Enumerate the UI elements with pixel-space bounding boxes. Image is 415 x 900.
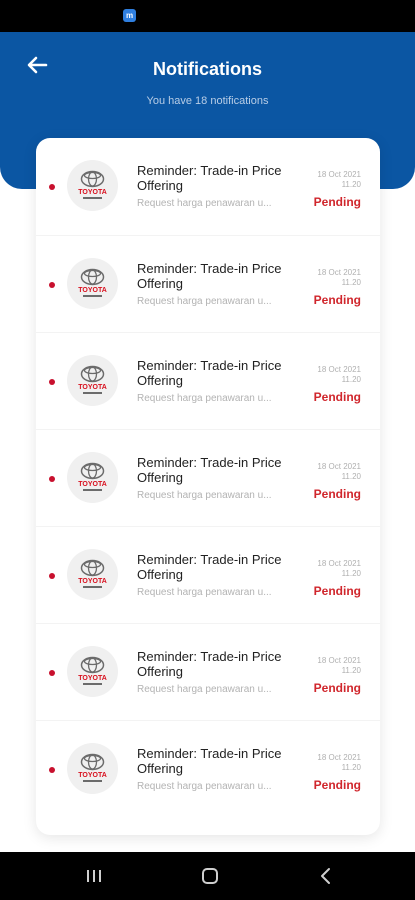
home-button[interactable]	[196, 864, 224, 888]
brand-text: TOYOTA	[78, 481, 107, 488]
status-badge: Pending	[313, 584, 361, 598]
notification-item[interactable]: TOYOTA Reminder: Trade-in Price Offering…	[36, 526, 380, 623]
toyota-logo: TOYOTA	[67, 355, 118, 406]
notification-title: Reminder: Trade-in Price Offering	[137, 261, 282, 291]
brand-text: TOYOTA	[78, 287, 107, 294]
notification-description: Request harga penawaran u...	[137, 393, 272, 404]
brand-text: TOYOTA	[78, 578, 107, 585]
unread-dot	[49, 476, 55, 482]
recent-apps-button[interactable]	[80, 864, 108, 888]
notification-item[interactable]: TOYOTA Reminder: Trade-in Price Offering…	[36, 138, 380, 235]
chevron-left-icon	[321, 868, 330, 884]
notification-date: 18 Oct 2021	[317, 753, 361, 762]
notification-time: 11.20	[341, 180, 361, 189]
toyota-logo: TOYOTA	[67, 646, 118, 697]
page-title: Notifications	[152, 59, 262, 79]
notification-date: 18 Oct 2021	[317, 268, 361, 277]
notification-item[interactable]: TOYOTA Reminder: Trade-in Price Offering…	[36, 429, 380, 526]
unread-dot	[49, 379, 55, 385]
status-badge: Pending	[313, 390, 361, 404]
status-bar: m	[0, 0, 415, 32]
status-badge: Pending	[313, 293, 361, 307]
toyota-logo: TOYOTA	[67, 452, 118, 503]
notification-time: 11.20	[341, 763, 361, 772]
notification-date: 18 Oct 2021	[317, 462, 361, 471]
nav-back-button[interactable]	[312, 864, 340, 888]
brand-text: TOYOTA	[78, 384, 107, 391]
notification-time: 11.20	[341, 472, 361, 481]
notification-title: Reminder: Trade-in Price Offering	[137, 746, 282, 776]
notification-title: Reminder: Trade-in Price Offering	[137, 163, 282, 193]
home-icon	[202, 868, 218, 884]
recent-apps-icon	[87, 870, 101, 882]
notification-description: Request harga penawaran u...	[137, 684, 272, 695]
notification-time: 11.20	[341, 375, 361, 384]
unread-dot	[49, 184, 55, 190]
toyota-logo: TOYOTA	[67, 160, 118, 211]
unread-dot	[49, 573, 55, 579]
status-badge: Pending	[313, 681, 361, 695]
notification-time: 11.20	[341, 569, 361, 578]
notification-title: Reminder: Trade-in Price Offering	[137, 552, 282, 582]
unread-dot	[49, 282, 55, 288]
notification-description: Request harga penawaran u...	[137, 198, 272, 209]
notification-title: Reminder: Trade-in Price Offering	[137, 649, 282, 679]
brand-text: TOYOTA	[78, 189, 107, 196]
notification-date: 18 Oct 2021	[317, 559, 361, 568]
notification-title: Reminder: Trade-in Price Offering	[137, 455, 282, 485]
notification-date: 18 Oct 2021	[317, 656, 361, 665]
app-notification-icon: m	[123, 9, 136, 22]
system-nav-bar	[0, 852, 415, 900]
notification-description: Request harga penawaran u...	[137, 490, 272, 501]
notification-title: Reminder: Trade-in Price Offering	[137, 358, 282, 388]
notification-description: Request harga penawaran u...	[137, 781, 272, 792]
toyota-logo: TOYOTA	[67, 258, 118, 309]
notification-description: Request harga penawaran u...	[137, 587, 272, 598]
brand-text: TOYOTA	[78, 675, 107, 682]
notification-date: 18 Oct 2021	[317, 365, 361, 374]
notification-date: 18 Oct 2021	[317, 170, 361, 179]
notification-time: 11.20	[341, 278, 361, 287]
unread-dot	[49, 670, 55, 676]
unread-dot	[49, 767, 55, 773]
brand-text: TOYOTA	[78, 772, 107, 779]
notification-item[interactable]: TOYOTA Reminder: Trade-in Price Offering…	[36, 720, 380, 817]
status-badge: Pending	[313, 195, 361, 209]
status-badge: Pending	[313, 778, 361, 792]
notification-item[interactable]: TOYOTA Reminder: Trade-in Price Offering…	[36, 332, 380, 429]
notification-count: You have 18 notifications	[146, 95, 269, 107]
toyota-logo: TOYOTA	[67, 743, 118, 794]
notification-item[interactable]: TOYOTA Reminder: Trade-in Price Offering…	[36, 623, 380, 720]
notification-description: Request harga penawaran u...	[137, 296, 272, 307]
notification-time: 11.20	[341, 666, 361, 675]
notification-list: TOYOTA Reminder: Trade-in Price Offering…	[36, 138, 380, 835]
notification-item[interactable]: TOYOTA Reminder: Trade-in Price Offering…	[36, 235, 380, 332]
status-badge: Pending	[313, 487, 361, 501]
toyota-logo: TOYOTA	[67, 549, 118, 600]
